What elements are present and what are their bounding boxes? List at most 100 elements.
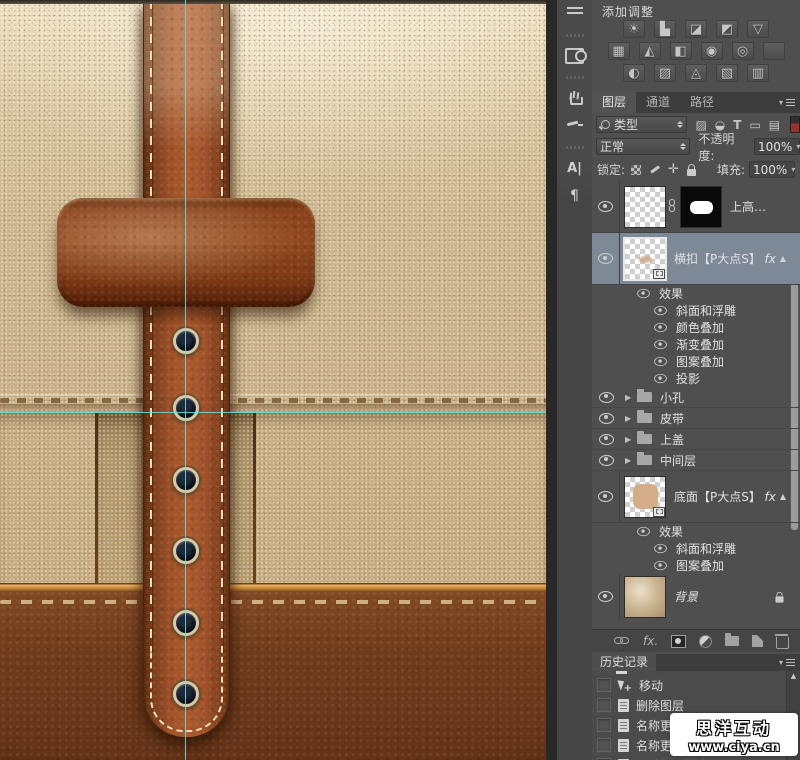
fx-badge[interactable]: fx [765,252,780,266]
group-name[interactable]: 上盖 [660,431,684,448]
guide-horizontal[interactable] [0,412,546,413]
group-row[interactable]: ▶ 中间层 [592,450,800,471]
visibility-eye-icon[interactable] [599,455,614,466]
visibility-eye-icon[interactable] [599,434,614,445]
add-layer-mask-button[interactable] [671,635,686,648]
collapse-effects-icon[interactable]: ▲ [780,492,800,501]
brush-panel-icon[interactable] [563,115,587,137]
effect-row[interactable]: 斜面和浮雕 [592,540,800,557]
visibility-eye-icon[interactable] [654,340,667,349]
color-balance-icon[interactable]: ◭ [639,42,661,60]
visibility-eye-icon[interactable] [599,392,614,403]
history-source-well[interactable] [597,698,611,712]
layer-thumbnail[interactable] [624,576,666,618]
layer-style-fx-button[interactable]: fx. [643,634,658,648]
posterize-icon[interactable]: ▨ [654,64,676,82]
tab-图层[interactable]: 图层 [592,92,636,113]
effects-header-row[interactable]: 效果 [592,285,800,302]
disclosure-triangle-icon[interactable]: ▶ [625,456,635,465]
masks-panel-icon[interactable] [563,45,587,67]
history-panel-menu-button[interactable]: ▾ [779,654,800,671]
brightness-contrast-icon[interactable]: ☀ [623,20,645,38]
collapse-effects-icon[interactable]: ▲ [780,254,800,263]
character-panel-icon[interactable]: A| [563,157,587,179]
opacity-input[interactable]: 100% ▾ [754,138,800,155]
layer-name[interactable]: 底面【P大点S】 [674,488,761,505]
levels-icon[interactable]: ▙ [654,20,676,38]
visibility-eye-icon[interactable] [637,527,650,536]
visibility-eye-icon[interactable] [598,253,613,264]
fx-badge[interactable]: fx [765,490,780,504]
history-source-well[interactable] [597,678,611,692]
tab-通道[interactable]: 通道 [636,92,680,113]
vibrance-icon[interactable]: ▽ [747,20,769,38]
layer-thumbnail[interactable] [624,238,666,280]
disclosure-triangle-icon[interactable]: ▶ [625,435,635,444]
channel-mixer-icon[interactable]: ◎ [732,42,754,60]
effect-row[interactable]: 渐变叠加 [592,336,800,353]
history-item[interactable]: 删除图层 [592,695,800,715]
threshold-icon[interactable]: ◬ [685,64,707,82]
hue-saturation-icon[interactable]: ▦ [608,42,630,60]
group-name[interactable]: 小孔 [660,389,684,406]
visibility-eye-icon[interactable] [654,561,667,570]
visibility-eye-icon[interactable] [654,306,667,315]
link-layers-button[interactable] [614,637,630,645]
fill-input[interactable]: 100% ▾ [749,161,795,178]
layer-thumbnail[interactable] [624,186,666,228]
delete-layer-button[interactable] [776,634,789,649]
layer-row[interactable]: 上高… [592,181,800,233]
blend-mode-dropdown[interactable]: 正常 [596,138,690,155]
disclosure-triangle-icon[interactable]: ▶ [625,414,635,423]
group-name[interactable]: 中间层 [660,452,696,469]
visibility-eye-icon[interactable] [599,413,614,424]
group-row[interactable]: ▶皮带 [592,408,800,429]
visibility-eye-icon[interactable] [598,491,613,502]
gradient-map-icon[interactable]: ▥ [747,64,769,82]
shape-layer-filter-icon[interactable]: ▭ [749,118,760,132]
effect-row[interactable]: 图案叠加 [592,353,800,370]
guide-vertical[interactable] [185,0,186,760]
effects-header-row[interactable]: 效果 [592,523,800,540]
properties-panel-icon[interactable] [563,3,587,25]
history-source-well[interactable] [597,738,611,752]
smart-object-filter-icon[interactable]: ▤ [769,118,780,132]
color-lookup-icon[interactable] [763,42,785,60]
layer-row[interactable]: 横扣【P大点S】 fx▲ [592,233,800,285]
tab-路径[interactable]: 路径 [680,92,724,113]
filter-kind-dropdown[interactable]: 类型 [596,116,687,133]
lock-position-icon[interactable]: ✛ [668,164,679,175]
lock-image-pixels-icon[interactable] [649,164,660,175]
mask-link-icon[interactable] [668,199,676,214]
history-source-well[interactable] [597,718,611,732]
layer-name[interactable]: 上高… [730,198,766,215]
layer-mask-thumbnail[interactable] [680,186,722,228]
visibility-eye-icon[interactable] [598,591,613,602]
new-adjustment-layer-button[interactable] [699,635,712,648]
group-row[interactable]: ▶ 上盖 [592,429,800,450]
visibility-eye-icon[interactable] [654,544,667,553]
history-tab[interactable]: 历史记录 [592,654,656,671]
group-row[interactable]: ▶ 小孔 [592,387,800,408]
invert-icon[interactable]: ◐ [623,64,645,82]
effect-row[interactable]: 图案叠加 [592,557,800,574]
effect-row[interactable]: 投影 [592,370,800,387]
layer-row[interactable]: 底面【P大点S】 fx▲ [592,471,800,523]
effect-row[interactable]: 颜色叠加 [592,319,800,336]
layer-name[interactable]: 横扣【P大点S】 [674,250,761,267]
visibility-eye-icon[interactable] [637,289,650,298]
selective-color-icon[interactable]: ▧ [716,64,738,82]
layers-panel-menu-button[interactable]: ▾ [779,92,800,113]
brush-presets-panel-icon[interactable] [563,87,587,109]
lock-all-icon[interactable] [687,169,696,176]
curves-icon[interactable]: ◪ [685,20,707,38]
photo-filter-icon[interactable]: ◉ [701,42,723,60]
layer-filter-toggle[interactable] [790,116,800,133]
layer-row-background[interactable]: 背景 [592,574,800,619]
new-layer-button[interactable] [752,635,763,647]
black-white-icon[interactable]: ◧ [670,42,692,60]
disclosure-triangle-icon[interactable]: ▶ [625,393,635,402]
lock-transparent-pixels-icon[interactable] [631,165,641,175]
paragraph-panel-icon[interactable]: ¶ [563,185,587,207]
canvas[interactable] [0,0,546,760]
